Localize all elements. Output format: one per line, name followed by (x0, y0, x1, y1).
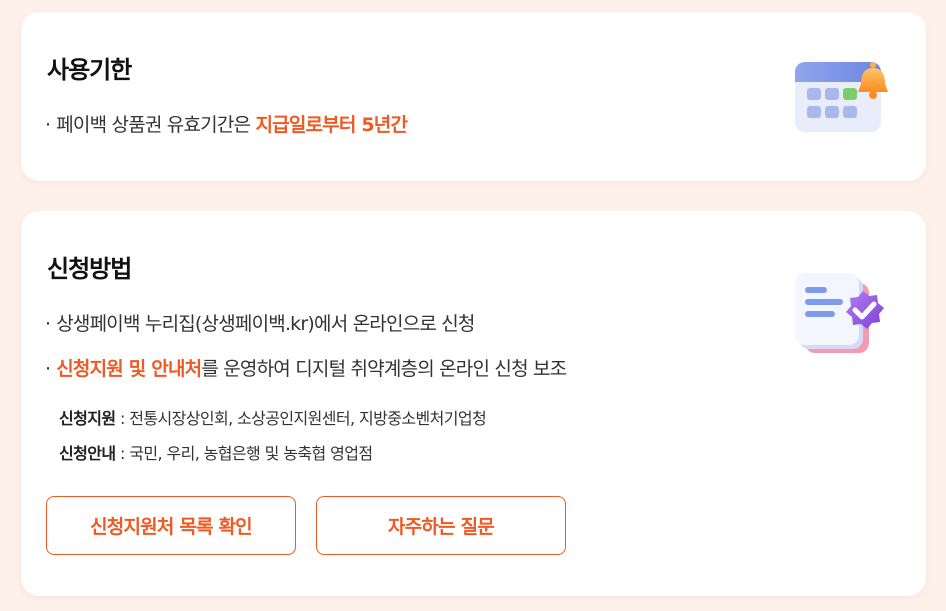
guide-info: 신청안내 : 국민, 우리, 농협은행 및 농축협 영업점 (59, 440, 373, 464)
guide-value: : 국민, 우리, 농협은행 및 농축협 영업점 (115, 444, 373, 463)
usage-text-prefix: 페이백 상품권 유효기간은 (56, 114, 256, 136)
usage-period-title: 사용기한 (47, 56, 132, 84)
apply-line2-rest: 를 운영하여 디지털 취약계층의 온라인 신청 보조 (201, 358, 567, 380)
apply-method-title: 신청방법 (47, 255, 132, 283)
calendar-bell-icon (795, 62, 888, 132)
usage-text-highlight: 지급일로부터 5년간 (255, 114, 408, 136)
bullet: · (45, 358, 51, 380)
apply-line-support: · 신청지원 및 안내처를 운영하여 디지털 취약계층의 온라인 신청 보조 (45, 354, 567, 381)
support-value: : 전통시장상인회, 소상공인지원센터, 지방중소벤처기업청 (115, 409, 487, 428)
usage-period-card: 사용기한 · 페이백 상품권 유효기간은 지급일로부터 5년간 (21, 12, 926, 181)
bullet: · (45, 114, 51, 136)
usage-period-text: · 페이백 상품권 유효기간은 지급일로부터 5년간 (45, 110, 408, 137)
support-list-button[interactable]: 신청지원처 목록 확인 (46, 496, 296, 555)
apply-line-online: · 상생페이백 누리집(상생페이백.kr)에서 온라인으로 신청 (45, 309, 475, 336)
bullet: · (45, 313, 51, 335)
support-info: 신청지원 : 전통시장상인회, 소상공인지원센터, 지방중소벤처기업청 (59, 405, 487, 429)
apply-method-card: 신청방법 · 상생페이백 누리집(상생페이백.kr)에서 온라인으로 신청 · 신청… (21, 211, 926, 596)
document-verified-icon (795, 273, 884, 353)
apply-line2-highlight: 신청지원 및 안내처 (56, 358, 202, 380)
apply-line1-text: 상생페이백 누리집(상생페이백.kr)에서 온라인으로 신청 (56, 313, 475, 335)
faq-button[interactable]: 자주하는 질문 (316, 496, 566, 555)
guide-label: 신청안내 (59, 444, 116, 463)
support-label: 신청지원 (59, 409, 116, 428)
